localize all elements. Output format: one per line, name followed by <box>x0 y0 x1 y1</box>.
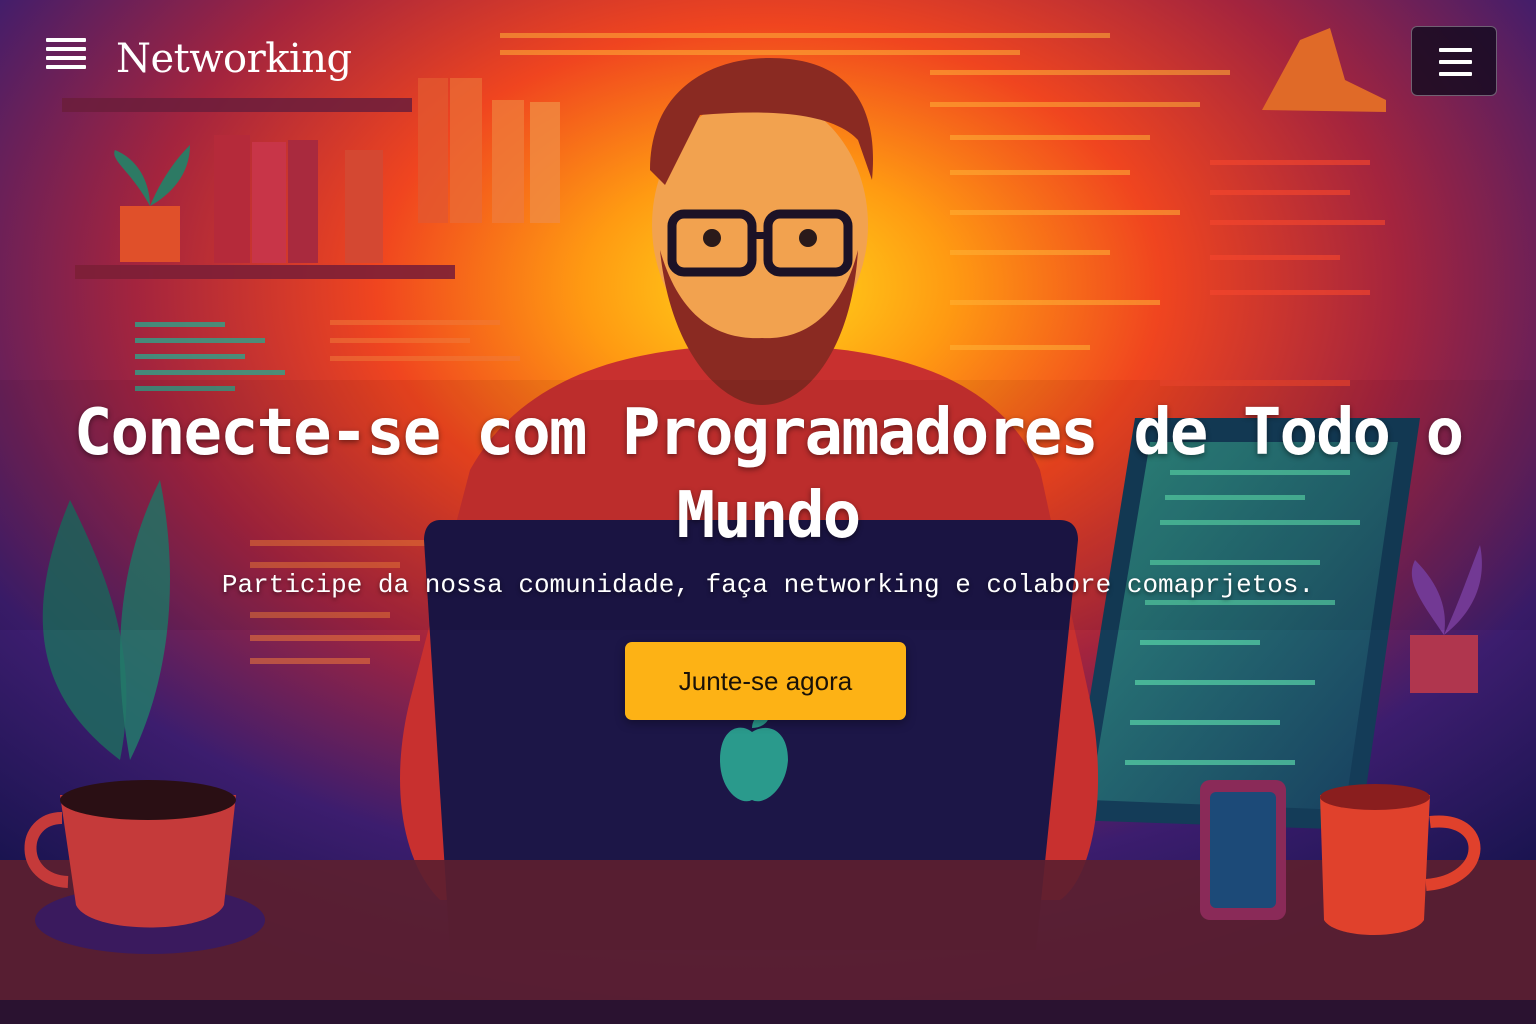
brand-name[interactable]: Networking <box>116 34 352 84</box>
hamburger-menu-button[interactable] <box>1411 26 1497 96</box>
list-lines-icon <box>46 38 86 78</box>
hamburger-menu-icon <box>1439 48 1472 52</box>
hero-subtitle: Participe da nossa comunidade, faça netw… <box>221 570 1315 600</box>
join-now-button[interactable]: Junte-se agora <box>625 642 906 720</box>
hero-title: Conecte-se com Programadores de Todo o M… <box>73 396 1464 553</box>
